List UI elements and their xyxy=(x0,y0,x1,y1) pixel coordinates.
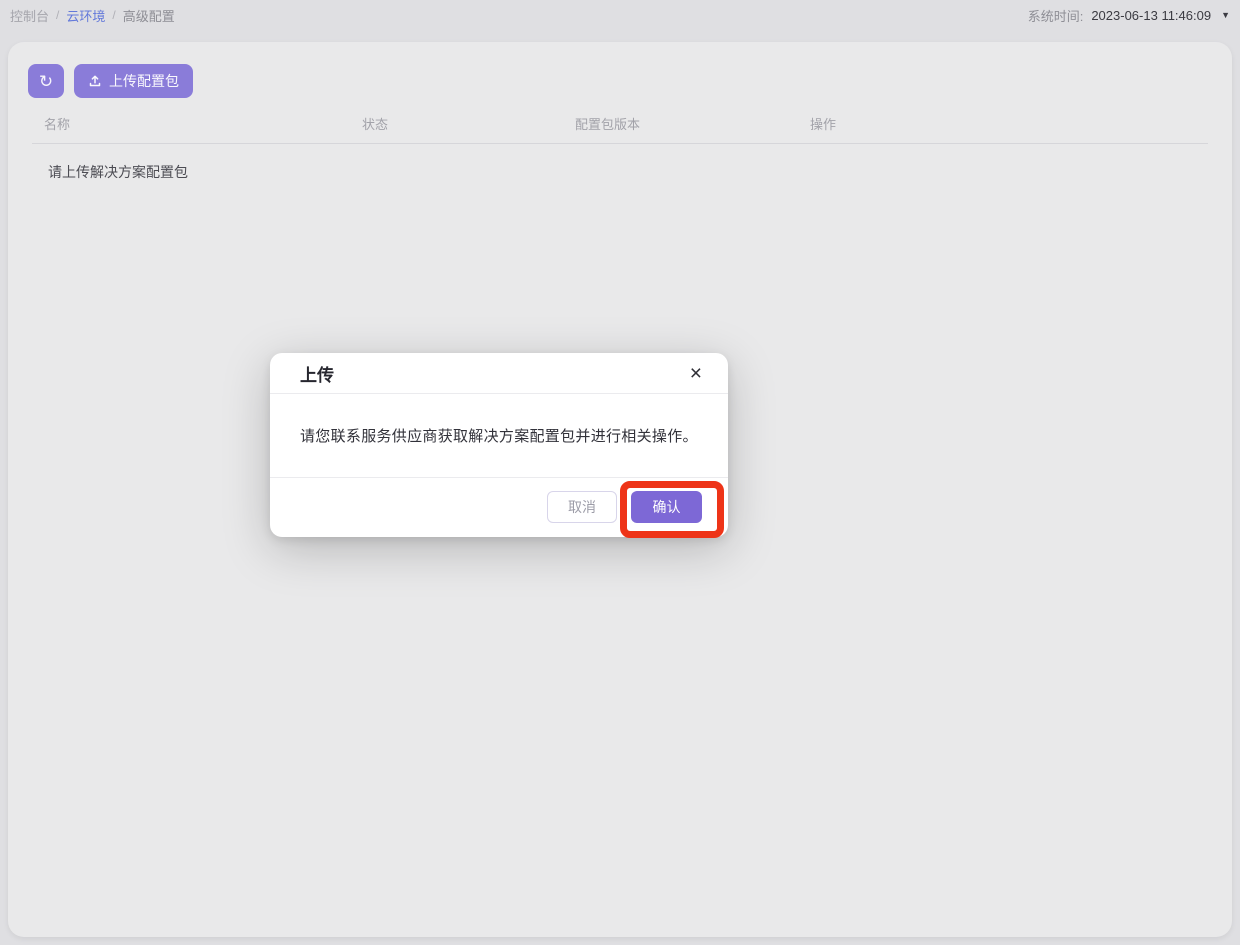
close-icon[interactable]: × xyxy=(690,363,702,384)
top-bar: 控制台 / 云环境 / 高级配置 系统时间: 2023-06-13 11:46:… xyxy=(0,0,1240,30)
refresh-button[interactable]: ↻ xyxy=(28,64,64,98)
breadcrumb-separator: / xyxy=(56,8,59,22)
upload-icon xyxy=(88,74,102,88)
dialog-body: 请您联系服务供应商获取解决方案配置包并进行相关操作。 xyxy=(270,394,728,478)
config-package-table: 名称 状态 配置包版本 操作 请上传解决方案配置包 xyxy=(32,104,1208,200)
column-header-actions: 操作 xyxy=(798,114,1208,133)
breadcrumb-item-cloud-env[interactable]: 云环境 xyxy=(66,6,105,25)
column-header-version: 配置包版本 xyxy=(563,114,798,133)
upload-button-label: 上传配置包 xyxy=(109,71,179,91)
upload-dialog: 上传 × 请您联系服务供应商获取解决方案配置包并进行相关操作。 取消 确认 xyxy=(270,353,728,537)
column-header-status: 状态 xyxy=(350,114,563,133)
column-header-name: 名称 xyxy=(32,114,350,133)
table-empty-state: 请上传解决方案配置包 xyxy=(32,144,1208,200)
dialog-header: 上传 × xyxy=(270,353,728,394)
dialog-title: 上传 xyxy=(300,361,334,386)
system-time-value: 2023-06-13 11:46:09 xyxy=(1091,8,1211,23)
empty-state-text: 请上传解决方案配置包 xyxy=(48,162,188,182)
toolbar: ↻ 上传配置包 xyxy=(8,42,1232,98)
breadcrumb-item-advanced-config: 高级配置 xyxy=(123,6,175,25)
refresh-icon: ↻ xyxy=(39,73,53,90)
system-time-label: 系统时间: xyxy=(1028,6,1084,25)
breadcrumb: 控制台 / 云环境 / 高级配置 xyxy=(10,6,175,25)
cancel-button[interactable]: 取消 xyxy=(547,491,617,523)
dialog-message: 请您联系服务供应商获取解决方案配置包并进行相关操作。 xyxy=(300,425,698,446)
confirm-button[interactable]: 确认 xyxy=(631,491,702,523)
breadcrumb-item-console[interactable]: 控制台 xyxy=(10,6,49,25)
upload-config-button[interactable]: 上传配置包 xyxy=(74,64,193,98)
breadcrumb-separator: / xyxy=(112,8,115,22)
caret-down-icon[interactable]: ▼ xyxy=(1221,11,1230,20)
system-time-dropdown[interactable]: 系统时间: 2023-06-13 11:46:09 ▼ xyxy=(1028,6,1230,25)
dialog-footer: 取消 确认 xyxy=(270,478,728,536)
table-header-row: 名称 状态 配置包版本 操作 xyxy=(32,104,1208,144)
